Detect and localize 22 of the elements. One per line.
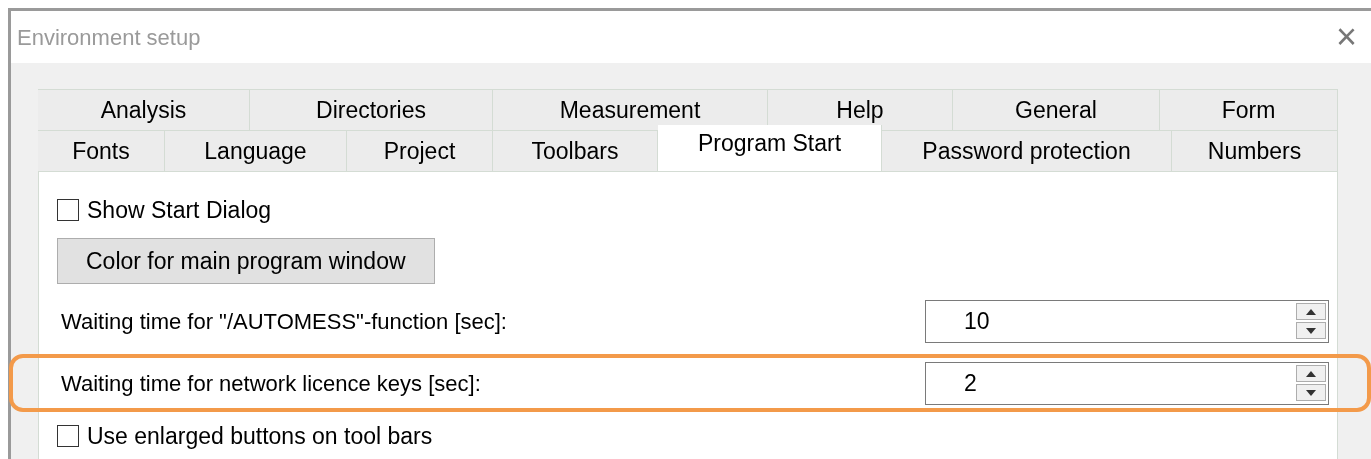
down-arrow-icon — [1306, 327, 1316, 334]
up-arrow-icon — [1306, 308, 1316, 315]
spin-down-button[interactable] — [1296, 322, 1326, 339]
spin-down-button[interactable] — [1296, 384, 1326, 401]
field-label: Waiting time for network licence keys [sec]: — [61, 369, 481, 398]
up-arrow-icon — [1306, 370, 1316, 377]
number-spinner[interactable]: 10 — [925, 299, 1329, 343]
spinner-value: 10 — [963, 306, 991, 336]
spin-up-button[interactable] — [1296, 365, 1326, 382]
color-button[interactable]: Color for main program window — [57, 238, 435, 284]
spinner-value: 2 — [963, 368, 978, 398]
checkbox[interactable] — [57, 425, 79, 447]
tab[interactable]: Program Start — [658, 125, 882, 171]
window-title: Environment setup — [17, 23, 201, 52]
close-button[interactable]: × — [1335, 19, 1357, 55]
field-label: Waiting time for "/AUTOMESS"-function [sec]: — [61, 307, 507, 336]
number-spinner[interactable]: 2 — [925, 361, 1329, 405]
checkbox[interactable] — [57, 199, 79, 221]
checkbox-label: Show Start Dialog — [87, 195, 272, 225]
down-arrow-icon — [1306, 389, 1316, 396]
spin-up-button[interactable] — [1296, 303, 1326, 320]
checkbox-label: Use enlarged buttons on tool bars — [87, 421, 433, 451]
